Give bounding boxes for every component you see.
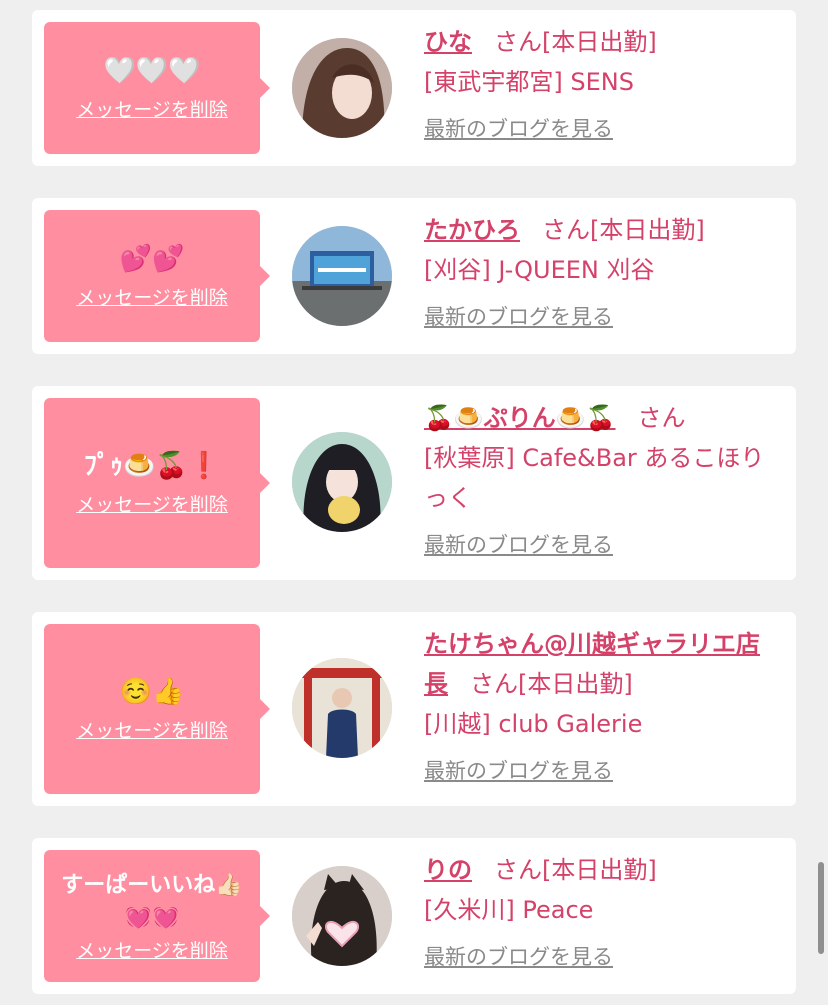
message-bubble: ☺️👍 メッセージを削除 [44, 624, 270, 794]
status-text: [本日出勤] [590, 216, 705, 244]
message-bubble: 💕💕 メッセージを削除 [44, 210, 270, 342]
scrollbar[interactable] [818, 862, 824, 954]
latest-blog-link[interactable]: 最新のブログを見る [424, 302, 613, 332]
avatar[interactable] [292, 226, 392, 326]
message-text: ☺️👍 [119, 676, 185, 707]
avatar-photo-icon [292, 226, 392, 326]
list-item: 🤍🤍🤍 メッセージを削除 ひな さん[本日出勤] [東武宇都宮] SENS 最新の… [32, 10, 796, 166]
name-line: りの さん[本日出勤] [424, 850, 774, 890]
shop-text: [川越] club Galerie [424, 710, 643, 738]
status-text: [本日出勤] [518, 670, 633, 698]
list-item: 💕💕 メッセージを削除 たかひろ さん[本日出勤] [刈谷] J-QUEEN 刈谷… [32, 198, 796, 354]
member-name-link[interactable]: たかひろ [424, 216, 520, 244]
avatar[interactable] [292, 866, 392, 966]
delete-message-button[interactable]: メッセージを削除 [76, 936, 228, 963]
latest-blog-link[interactable]: 最新のブログを見る [424, 530, 613, 560]
latest-blog-link[interactable]: 最新のブログを見る [424, 756, 613, 786]
avatar[interactable] [292, 38, 392, 138]
status-text: [本日出勤] [542, 856, 657, 884]
message-text: 💕💕 [119, 243, 185, 274]
delete-message-button[interactable]: メッセージを削除 [76, 95, 228, 122]
message-text: ﾌﾟｩ🍮🍒❗ [83, 450, 221, 481]
name-line: たけちゃん@川越ギャラリエ店長 さん[本日出勤] [424, 624, 774, 704]
delete-message-button[interactable]: メッセージを削除 [76, 283, 228, 310]
member-info: 🍒🍮ぷりん🍮🍒 さん [秋葉原] Cafe&Bar あるこほりっく 最新のブログを… [424, 398, 774, 560]
avatar[interactable] [292, 658, 392, 758]
avatar-photo-icon [292, 432, 392, 532]
message-bubble: 🤍🤍🤍 メッセージを削除 [44, 22, 270, 154]
list-item: ﾌﾟｩ🍮🍒❗ メッセージを削除 🍒🍮ぷりん🍮🍒 さん [秋葉原] Cafe&Bar… [32, 386, 796, 580]
latest-blog-link[interactable]: 最新のブログを見る [424, 114, 613, 144]
san-suffix: さん [494, 28, 542, 56]
list-item: すーぱーいいね👍🏻💓💓 メッセージを削除 りの さん[本日出勤] [久米川] Pe… [32, 838, 796, 994]
member-info: ひな さん[本日出勤] [東武宇都宮] SENS 最新のブログを見る [424, 22, 774, 144]
message-text: 🤍🤍🤍 [103, 55, 201, 86]
delete-message-button[interactable]: メッセージを削除 [76, 490, 228, 517]
message-bubble: ﾌﾟｩ🍮🍒❗ メッセージを削除 [44, 398, 270, 568]
message-bubble: すーぱーいいね👍🏻💓💓 メッセージを削除 [44, 850, 270, 982]
status-text: [本日出勤] [542, 28, 657, 56]
san-suffix: さん [494, 856, 542, 884]
member-info: りの さん[本日出勤] [久米川] Peace 最新のブログを見る [424, 850, 774, 972]
list-item: ☺️👍 メッセージを削除 たけちゃん@川越ギャラリエ店長 さん[本日出勤] [川越… [32, 612, 796, 806]
avatar[interactable] [292, 432, 392, 532]
shop-text: [東武宇都宮] SENS [424, 68, 634, 96]
member-info: たけちゃん@川越ギャラリエ店長 さん[本日出勤] [川越] club Galeri… [424, 624, 774, 786]
shop-text: [刈谷] J-QUEEN 刈谷 [424, 256, 655, 284]
message-text: すーぱーいいね👍🏻💓💓 [61, 872, 243, 930]
latest-blog-link[interactable]: 最新のブログを見る [424, 942, 613, 972]
shop-text: [久米川] Peace [424, 896, 594, 924]
member-name-link[interactable]: ひな [424, 28, 472, 56]
member-info: たかひろ さん[本日出勤] [刈谷] J-QUEEN 刈谷 最新のブログを見る [424, 210, 774, 332]
member-name-link[interactable]: 🍒🍮ぷりん🍮🍒 [424, 404, 616, 432]
avatar-photo-icon [292, 866, 392, 966]
shop-text: [秋葉原] Cafe&Bar あるこほりっく [424, 444, 765, 512]
san-suffix: さん [470, 670, 518, 698]
avatar-photo-icon [292, 38, 392, 138]
name-line: たかひろ さん[本日出勤] [424, 210, 774, 250]
delete-message-button[interactable]: メッセージを削除 [76, 716, 228, 743]
san-suffix: さん [542, 216, 590, 244]
member-name-link[interactable]: りの [424, 856, 472, 884]
avatar-photo-icon [292, 658, 392, 758]
san-suffix: さん [637, 404, 686, 432]
name-line: ひな さん[本日出勤] [424, 22, 774, 62]
name-line: 🍒🍮ぷりん🍮🍒 さん [424, 398, 774, 438]
